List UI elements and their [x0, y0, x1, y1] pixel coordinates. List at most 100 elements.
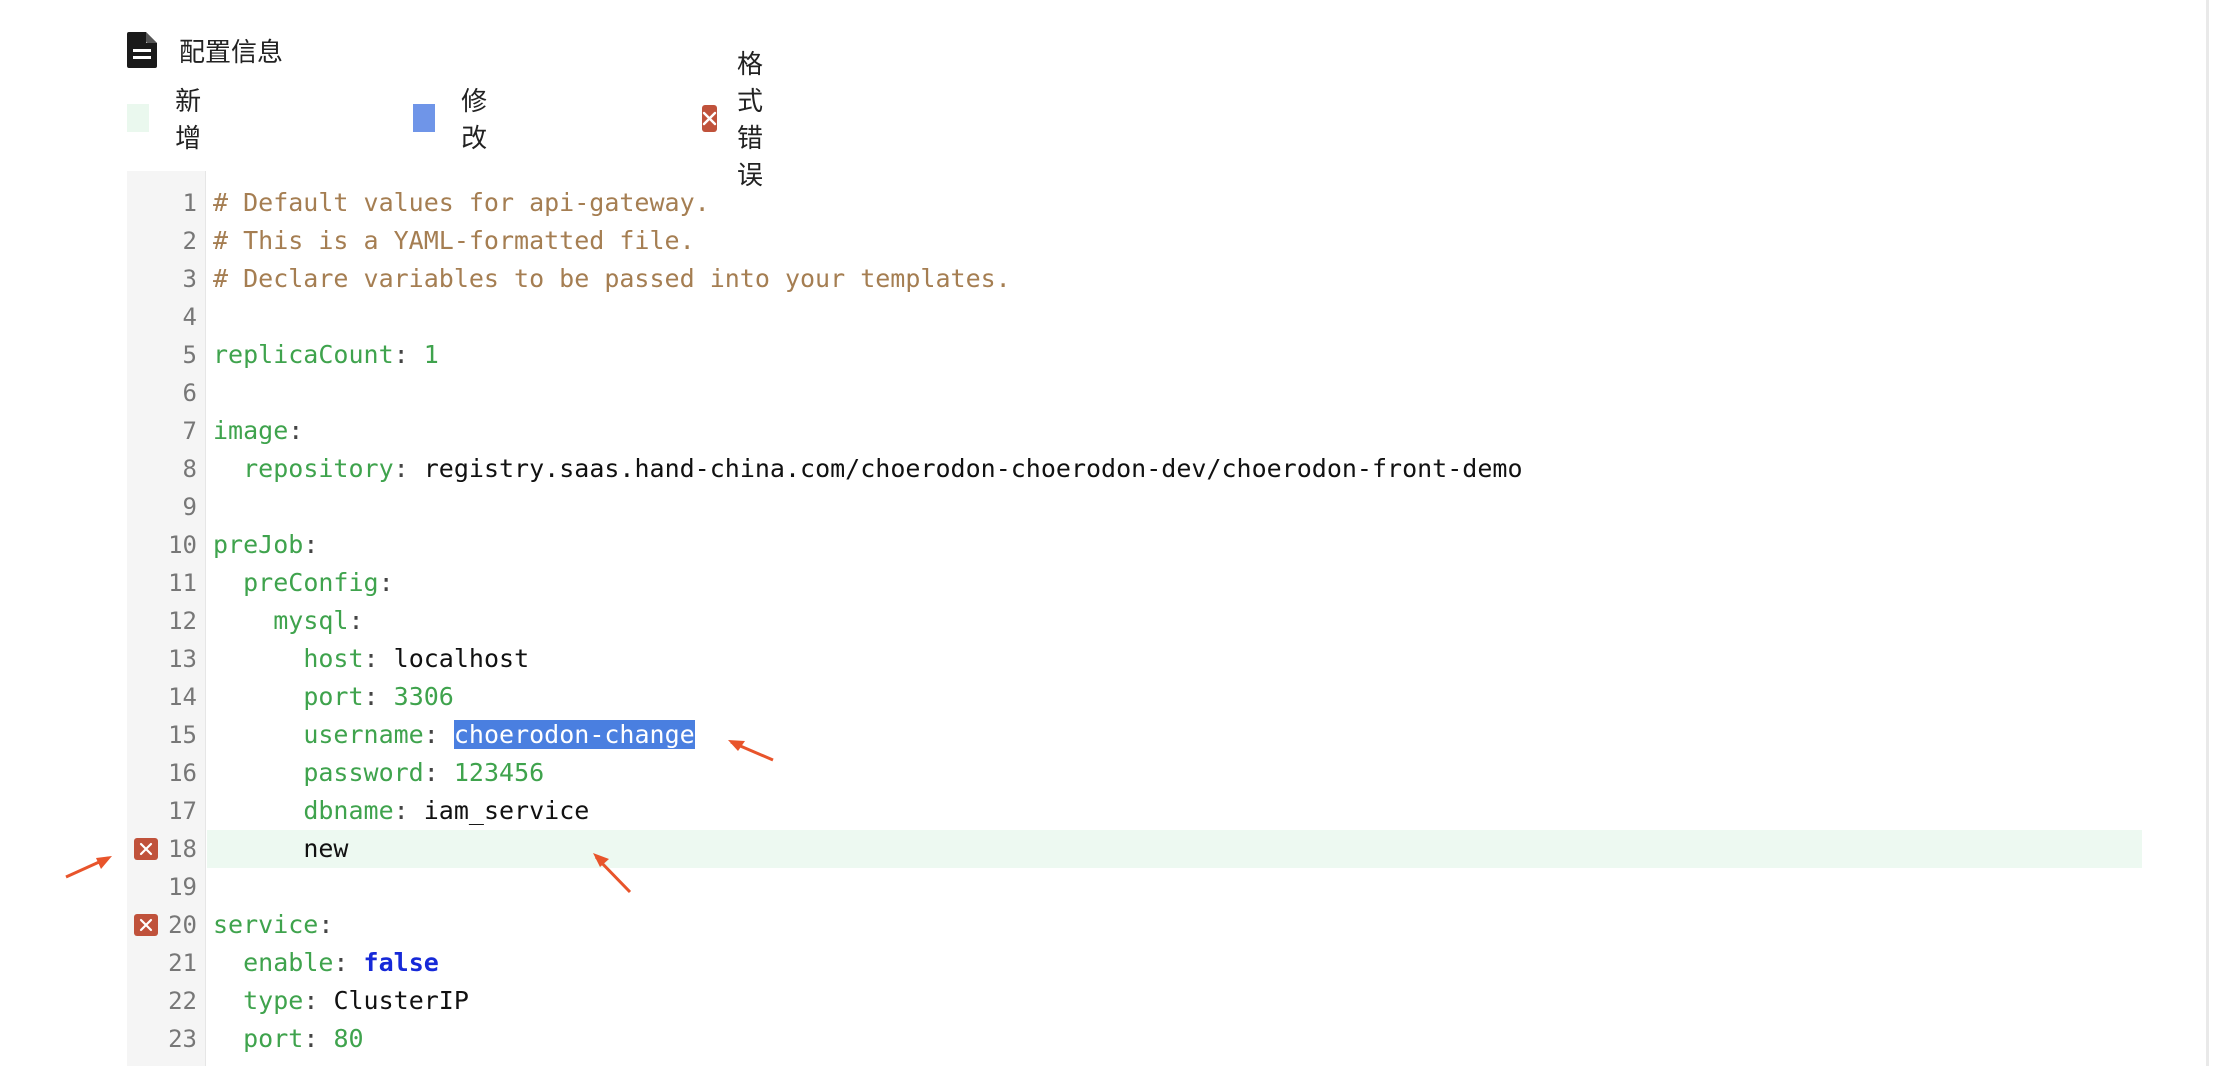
code-text: host: localhost	[213, 640, 529, 678]
colon: :	[378, 568, 394, 597]
line-number: 15	[168, 721, 197, 749]
legend-error-label: 格式错误	[737, 50, 764, 191]
line-number: 9	[182, 493, 197, 521]
code-line[interactable]: 16 password: 123456	[127, 754, 2142, 792]
colon: :	[393, 454, 409, 483]
code-area: port: 80	[207, 1020, 2142, 1058]
code-area: host: localhost	[207, 640, 2142, 678]
colon: :	[423, 720, 439, 749]
code-text: # Default values for api-gateway.	[213, 184, 710, 222]
code-line[interactable]: 4	[127, 298, 2142, 336]
code-area	[207, 1058, 2142, 1066]
code-area: type: ClusterIP	[207, 982, 2142, 1020]
code-text: port: 3306	[213, 678, 454, 716]
code-area: service:	[207, 906, 2142, 944]
code-text: image:	[213, 412, 303, 450]
code-line[interactable]: 5 replicaCount: 1	[127, 336, 2142, 374]
code-line[interactable]: 20 service:	[127, 906, 2142, 944]
code-text: # Declare variables to be passed into yo…	[213, 260, 1011, 298]
code-line[interactable]: 11 preConfig:	[127, 564, 2142, 602]
code-area	[207, 488, 2142, 526]
code-area	[207, 868, 2142, 906]
yaml-key: replicaCount	[213, 340, 394, 369]
code-area: port: 3306	[207, 678, 2142, 716]
code-area: replicaCount: 1	[207, 336, 2142, 374]
yaml-key: dbname	[303, 796, 394, 825]
code-area: preConfig:	[207, 564, 2142, 602]
code-line[interactable]: 23 port: 80	[127, 1020, 2142, 1058]
modified-value-highlight: choerodon-change	[453, 720, 695, 749]
colon: :	[393, 796, 409, 825]
code-area: enable: false	[207, 944, 2142, 982]
line-number: 8	[182, 455, 197, 483]
code-text: port: 80	[213, 1020, 363, 1058]
line-number: 5	[182, 341, 197, 369]
yaml-key: repository	[243, 454, 394, 483]
yaml-key: preConfig	[243, 568, 379, 597]
code-text: mysql:	[213, 602, 363, 640]
code-text: enable: false	[213, 944, 439, 982]
code-text: username: choerodon-change	[213, 716, 695, 754]
code-line[interactable]: 10 preJob:	[127, 526, 2142, 564]
code-line[interactable]: 8 repository: registry.saas.hand-china.c…	[127, 450, 2142, 488]
code-text: # This is a YAML-formatted file.	[213, 222, 695, 260]
code-line[interactable]: 7 image:	[127, 412, 2142, 450]
code-line[interactable]: 3 # Declare variables to be passed into y…	[127, 260, 2142, 298]
yaml-key: port	[303, 682, 364, 711]
code-text: repository: registry.saas.hand-china.com…	[213, 450, 1522, 488]
code-line[interactable]: 12 mysql:	[127, 602, 2142, 640]
code-text: password: 123456	[213, 754, 544, 792]
code-text: preConfig:	[213, 564, 394, 602]
yaml-value: 3306	[393, 682, 454, 711]
line-number: 20	[168, 911, 197, 939]
arrow-error-marker	[65, 856, 112, 879]
line-number: 12	[168, 607, 197, 635]
code-line[interactable]: 17 dbname: iam_service	[127, 792, 2142, 830]
line-number: 13	[168, 645, 197, 673]
code-line[interactable]: 21 enable: false	[127, 944, 2142, 982]
yaml-value: iam_service	[423, 796, 590, 825]
code-line[interactable]: 6	[127, 374, 2142, 412]
code-line[interactable]: 15 username: choerodon-change	[127, 716, 2142, 754]
code-line[interactable]: 24	[127, 1058, 2142, 1066]
code-area: # This is a YAML-formatted file.	[207, 222, 2142, 260]
code-line[interactable]: 19	[127, 868, 2142, 906]
line-number: 7	[182, 417, 197, 445]
colon: :	[333, 948, 349, 977]
code-text: replicaCount: 1	[213, 336, 439, 374]
yaml-key: password	[303, 758, 424, 787]
line-number: 23	[168, 1025, 197, 1053]
code-area: image:	[207, 412, 2142, 450]
yaml-key: mysql	[273, 606, 349, 635]
yaml-key: type	[243, 986, 304, 1015]
code-line[interactable]: 13 host: localhost	[127, 640, 2142, 678]
yaml-key: host	[303, 644, 364, 673]
code-line[interactable]: 14 port: 3306	[127, 678, 2142, 716]
code-area: # Declare variables to be passed into yo…	[207, 260, 2142, 298]
modified-swatch	[413, 104, 436, 132]
colon: :	[393, 340, 409, 369]
code-line[interactable]: 2 # This is a YAML-formatted file.	[127, 222, 2142, 260]
code-line[interactable]: 1 # Default values for api-gateway.	[127, 184, 2142, 222]
code-line[interactable]: 22 type: ClusterIP	[127, 982, 2142, 1020]
code-line[interactable]: 9	[127, 488, 2142, 526]
yaml-value: 123456	[453, 758, 545, 787]
code-text: new	[213, 830, 348, 868]
code-text: service:	[213, 906, 333, 944]
yaml-key: enable	[243, 948, 334, 977]
code-area: new	[207, 830, 2142, 868]
document-icon	[127, 32, 157, 68]
code-lines: 1 # Default values for api-gateway. 2 # Thi…	[127, 184, 2142, 1066]
colon: :	[303, 986, 319, 1015]
code-area	[207, 298, 2142, 336]
code-area: repository: registry.saas.hand-china.com…	[207, 450, 2142, 488]
colon: :	[423, 758, 439, 787]
yaml-key: username	[303, 720, 424, 749]
code-line[interactable]: 18 new	[127, 830, 2142, 868]
comment-text: # Declare variables to be passed into yo…	[213, 264, 1011, 293]
page-right-border	[2206, 0, 2209, 1066]
code-text: preJob:	[213, 526, 318, 564]
code-area: preJob:	[207, 526, 2142, 564]
code-area: username: choerodon-change	[207, 716, 2142, 754]
code-editor[interactable]: 1 # Default values for api-gateway. 2 # Thi…	[127, 171, 2142, 1066]
